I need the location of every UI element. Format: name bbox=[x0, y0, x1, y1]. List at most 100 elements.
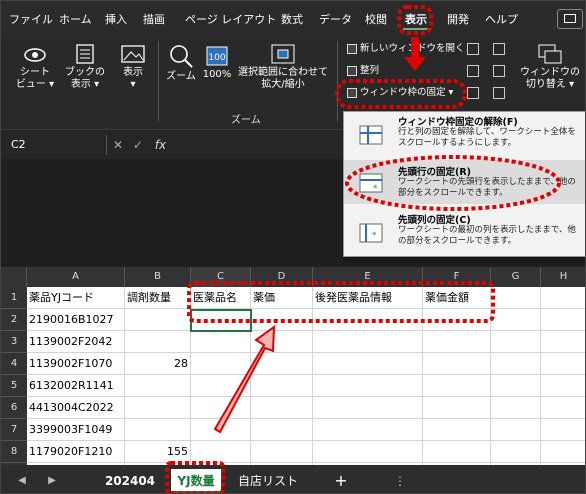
cell-d7[interactable] bbox=[251, 419, 313, 441]
cell-e4[interactable] bbox=[313, 353, 423, 375]
cell-a4[interactable]: 1139002F1070 bbox=[27, 353, 125, 375]
cell-e3[interactable] bbox=[313, 331, 423, 353]
show-button[interactable]: 表示 ▾ bbox=[113, 43, 153, 91]
cell-g8[interactable] bbox=[491, 441, 541, 463]
menu-item-freeze-top-row[interactable]: * 先頭行の固定(R) ワークシートの先頭行を表示したままで、他の部分をスクロー… bbox=[344, 160, 585, 204]
cell-h4[interactable] bbox=[541, 353, 585, 375]
row-header[interactable]: 1 bbox=[1, 287, 27, 309]
cell-c8[interactable] bbox=[191, 441, 251, 463]
cell-a2[interactable]: 2190016B1027 bbox=[27, 309, 125, 331]
menu-view[interactable]: 表示 bbox=[405, 13, 427, 27]
more-tabs-icon[interactable]: ⋮ bbox=[393, 469, 407, 493]
row-header[interactable]: 5 bbox=[1, 375, 27, 397]
cell-b8[interactable]: 155 bbox=[125, 441, 191, 463]
menu-draw[interactable]: 描画 bbox=[143, 13, 165, 27]
menu-item-unfreeze[interactable]: ウィンドウ枠固定の解除(F) 行と列の固定を解除して、ワークシート全体をスクロー… bbox=[344, 112, 585, 156]
cell-f4[interactable] bbox=[423, 353, 491, 375]
menu-insert[interactable]: 挿入 bbox=[105, 13, 127, 27]
cell-c1[interactable]: 医薬品名 bbox=[191, 287, 251, 309]
menu-review[interactable]: 校閲 bbox=[365, 13, 387, 27]
menu-help[interactable]: ヘルプ bbox=[485, 13, 518, 27]
cell-h1[interactable] bbox=[541, 287, 585, 309]
worksheet-grid[interactable]: A B C D E F G H 1 薬品YJコード 調剤数量 医薬品名 薬価 後発医薬品情… bbox=[1, 267, 585, 485]
cell-d5[interactable] bbox=[251, 375, 313, 397]
cell-a1[interactable]: 薬品YJコード bbox=[27, 287, 125, 309]
cell-c5[interactable] bbox=[191, 375, 251, 397]
column-header[interactable]: B bbox=[125, 267, 191, 287]
menu-page-layout[interactable]: ページ レイアウト bbox=[185, 13, 276, 27]
menu-home[interactable]: ホーム bbox=[59, 13, 92, 27]
cell-f7[interactable] bbox=[423, 419, 491, 441]
menu-file[interactable]: ファイル bbox=[9, 13, 53, 27]
function-icon[interactable]: fx bbox=[155, 138, 166, 152]
cell-e8[interactable] bbox=[313, 441, 423, 463]
cell-c7[interactable] bbox=[191, 419, 251, 441]
column-header[interactable]: H bbox=[541, 267, 585, 287]
name-box[interactable]: C2 bbox=[7, 135, 107, 155]
cell-h2[interactable] bbox=[541, 309, 585, 331]
sync-scroll-icon[interactable] bbox=[493, 65, 505, 77]
cell-f8[interactable] bbox=[423, 441, 491, 463]
row-header[interactable]: 3 bbox=[1, 331, 27, 353]
zoom-to-selection-button[interactable]: 選択範囲に合わせて 拡大/縮小 bbox=[235, 43, 331, 91]
sheet-tab-store-list[interactable]: 自店リスト bbox=[233, 469, 303, 493]
row-header[interactable]: 8 bbox=[1, 441, 27, 463]
switch-windows-button[interactable]: ウィンドウの 切り替え ▾ bbox=[517, 43, 583, 91]
cell-a6[interactable]: 4413004C2022 bbox=[27, 397, 125, 419]
new-window-button[interactable]: 新しいウィンドウを開く bbox=[347, 43, 465, 55]
cell-h5[interactable] bbox=[541, 375, 585, 397]
column-header[interactable]: F bbox=[423, 267, 491, 287]
cell-g3[interactable] bbox=[491, 331, 541, 353]
menu-item-freeze-first-column[interactable]: * 先頭列の固定(C) ワークシートの最初の列を表示したままで、他の部分をスクロ… bbox=[344, 210, 585, 254]
cell-g5[interactable] bbox=[491, 375, 541, 397]
tab-scroll-left-icon[interactable]: ◀ bbox=[15, 469, 29, 493]
menu-data[interactable]: データ bbox=[319, 13, 352, 27]
cell-d3[interactable] bbox=[251, 331, 313, 353]
cell-h7[interactable] bbox=[541, 419, 585, 441]
cell-e2[interactable] bbox=[313, 309, 423, 331]
cell-b2[interactable] bbox=[125, 309, 191, 331]
cell-c3[interactable] bbox=[191, 331, 251, 353]
cell-a5[interactable]: 6132002R1141 bbox=[27, 375, 125, 397]
cell-g4[interactable] bbox=[491, 353, 541, 375]
cell-h8[interactable] bbox=[541, 441, 585, 463]
zoom-100-button[interactable]: 100 100% bbox=[201, 45, 233, 81]
unhide-icon[interactable] bbox=[467, 87, 479, 99]
column-header[interactable]: C bbox=[191, 267, 251, 287]
zoom-button[interactable]: ズーム bbox=[163, 43, 199, 83]
cell-d4[interactable] bbox=[251, 353, 313, 375]
selected-cell-c2[interactable] bbox=[190, 309, 252, 332]
book-view-button[interactable]: ブックの 表示 ▾ bbox=[63, 43, 107, 91]
cell-a8[interactable]: 1179020F1210 bbox=[27, 441, 125, 463]
column-header[interactable]: A bbox=[27, 267, 125, 287]
cell-a7[interactable]: 3399003F1049 bbox=[27, 419, 125, 441]
reset-position-icon[interactable] bbox=[493, 87, 505, 99]
comment-button[interactable] bbox=[557, 9, 583, 29]
cell-g6[interactable] bbox=[491, 397, 541, 419]
menu-formulas[interactable]: 数式 bbox=[281, 13, 303, 27]
menu-developer[interactable]: 開発 bbox=[447, 13, 469, 27]
cell-b4[interactable]: 28 bbox=[125, 353, 191, 375]
tab-scroll-right-icon[interactable]: ▶ bbox=[45, 469, 59, 493]
add-sheet-button[interactable]: + bbox=[331, 469, 351, 493]
column-header[interactable]: D bbox=[251, 267, 313, 287]
cell-h3[interactable] bbox=[541, 331, 585, 353]
cell-d1[interactable]: 薬価 bbox=[251, 287, 313, 309]
cell-e7[interactable] bbox=[313, 419, 423, 441]
row-header[interactable]: 6 bbox=[1, 397, 27, 419]
row-header[interactable]: 7 bbox=[1, 419, 27, 441]
freeze-panes-button[interactable]: ウィンドウ枠の固定 ▾ bbox=[347, 87, 453, 99]
sheet-tab-yj-quantity[interactable]: YJ数量 bbox=[171, 469, 221, 493]
cell-c6[interactable] bbox=[191, 397, 251, 419]
column-header[interactable]: E bbox=[313, 267, 423, 287]
side-by-side-icon[interactable] bbox=[493, 43, 505, 55]
cell-e6[interactable] bbox=[313, 397, 423, 419]
sheet-view-button[interactable]: シート ビュー ▾ bbox=[11, 45, 59, 91]
cell-b6[interactable] bbox=[125, 397, 191, 419]
cell-g7[interactable] bbox=[491, 419, 541, 441]
row-header[interactable]: 4 bbox=[1, 353, 27, 375]
cell-d2[interactable] bbox=[251, 309, 313, 331]
cell-e5[interactable] bbox=[313, 375, 423, 397]
select-all-corner[interactable] bbox=[1, 267, 27, 287]
cell-b5[interactable] bbox=[125, 375, 191, 397]
